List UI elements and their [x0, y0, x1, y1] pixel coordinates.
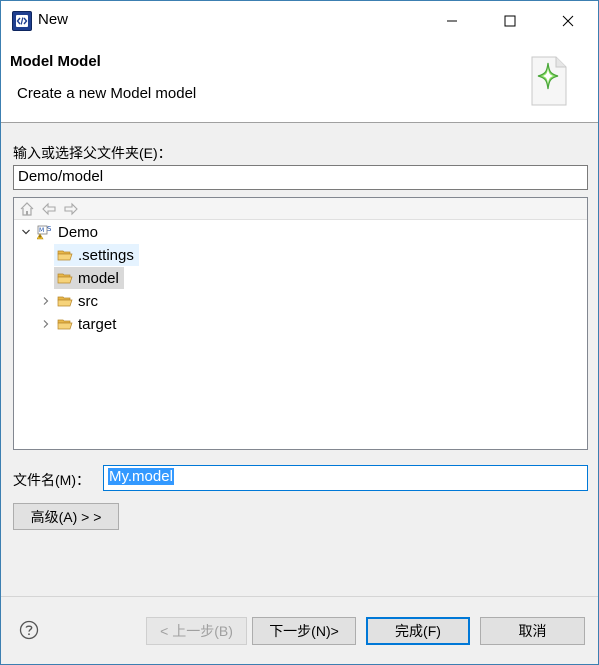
finish-button[interactable]: 完成(F): [366, 617, 470, 645]
new-wizard-window: New Model Model Create a new Model model…: [0, 0, 599, 665]
file-name-label: 文件名(M)：: [13, 472, 90, 488]
back-icon[interactable]: [41, 201, 57, 217]
title-bar: New: [1, 1, 598, 41]
chevron-down-icon[interactable]: [19, 225, 33, 239]
tree-toolbar: [14, 198, 587, 220]
tree-item-label: model: [78, 269, 119, 287]
minimize-icon: [447, 20, 457, 22]
chevron-right-icon[interactable]: [39, 294, 53, 308]
svg-text:M: M: [39, 227, 44, 234]
wizard-banner: Model Model Create a new Model model: [1, 41, 598, 123]
folder-tree[interactable]: M S Demo .settings model src target: [13, 197, 588, 450]
maximize-icon: [504, 15, 516, 27]
project-icon: M S: [37, 225, 52, 240]
home-icon[interactable]: [19, 201, 35, 217]
parent-folder-value: Demo/model: [18, 168, 104, 185]
new-file-wizard-icon: [531, 56, 567, 106]
tree-item-demo[interactable]: M S Demo: [19, 221, 101, 243]
banner-description: Create a new Model model: [17, 85, 197, 102]
folder-icon: [57, 296, 73, 307]
file-name-value: My.model: [108, 468, 174, 485]
next-button[interactable]: 下一步(N)>: [252, 617, 356, 645]
help-icon[interactable]: [19, 620, 39, 640]
chevron-right-icon[interactable]: [39, 317, 53, 331]
banner-title: Model Model: [10, 53, 101, 70]
maximize-button[interactable]: [481, 1, 539, 41]
tree-item-target[interactable]: target: [39, 313, 119, 335]
cancel-button-label: 取消: [518, 623, 547, 639]
tree-item-label: .settings: [78, 246, 134, 264]
folder-open-icon: [57, 273, 73, 284]
minimize-button[interactable]: [423, 1, 481, 41]
close-button[interactable]: [539, 1, 597, 41]
folder-icon: [57, 319, 73, 330]
parent-folder-input[interactable]: Demo/model: [13, 165, 588, 190]
footer-separator: [1, 596, 598, 597]
forward-icon[interactable]: [63, 201, 79, 217]
close-icon: [562, 15, 574, 27]
advanced-button[interactable]: 高级(A) > >: [13, 503, 119, 530]
folder-open-icon: [57, 250, 73, 261]
tree-item-settings[interactable]: .settings: [54, 244, 139, 266]
tree-item-label: src: [78, 292, 98, 310]
eclipse-app-icon: [12, 11, 32, 31]
tree-item-model[interactable]: model: [54, 267, 124, 289]
back-button[interactable]: < 上一步(B): [146, 617, 247, 645]
advanced-button-label: 高级(A) > >: [30, 508, 102, 525]
tree-item-label: Demo: [58, 223, 99, 241]
finish-button-label: 完成(F): [395, 623, 441, 639]
back-button-label: < 上一步(B): [160, 623, 233, 639]
window-title: New: [38, 11, 69, 28]
file-name-input[interactable]: My.model: [103, 465, 588, 491]
svg-text:S: S: [47, 225, 52, 233]
tree-item-src[interactable]: src: [39, 290, 101, 312]
parent-folder-label: 输入或选择父文件夹(E)：: [13, 145, 172, 161]
next-button-label: 下一步(N)>: [269, 623, 339, 639]
cancel-button[interactable]: 取消: [480, 617, 585, 645]
tree-item-label: target: [78, 315, 117, 333]
